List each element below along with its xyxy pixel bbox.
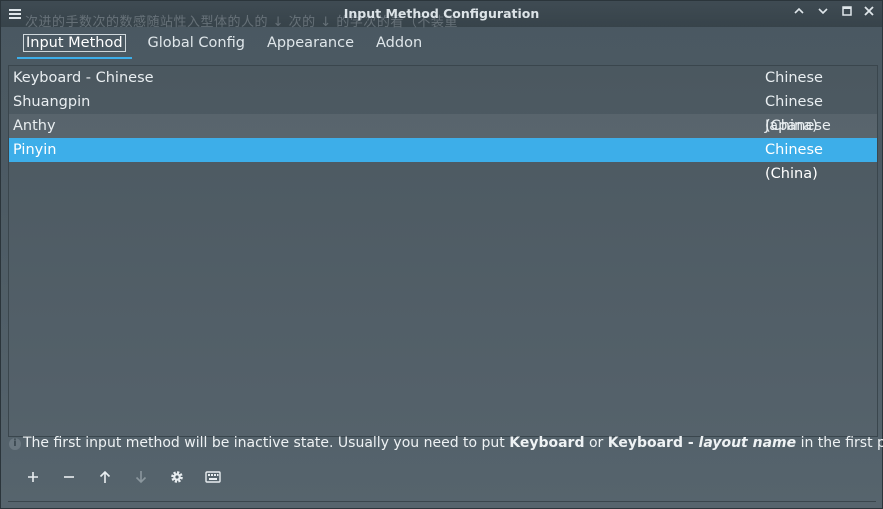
minus-icon (64, 476, 74, 478)
plus-icon (28, 472, 38, 482)
list-toolbar (21, 465, 237, 489)
remove-button[interactable] (57, 465, 81, 489)
move-down-button[interactable] (129, 465, 153, 489)
input-method-name: Shuangpin (13, 94, 91, 110)
input-method-name: Pinyin (13, 142, 57, 158)
keyboard-icon (205, 471, 221, 483)
list-item[interactable]: Anthy Japanese (9, 114, 877, 138)
info-icon: i (9, 438, 21, 450)
hint-keyboard-layout: Keyboard - (607, 435, 699, 451)
hint-mid: or (584, 435, 608, 451)
hint-suffix: in the first place. (800, 435, 883, 451)
maximize-icon[interactable] (839, 5, 855, 21)
list-item[interactable]: Keyboard - Chinese Chinese (9, 66, 877, 90)
add-button[interactable] (21, 465, 45, 489)
close-icon[interactable] (861, 5, 877, 21)
tab-global-config-label: Global Config (147, 35, 245, 51)
gear-icon (171, 471, 183, 483)
arrow-up-icon (99, 470, 111, 483)
input-method-language: Chinese (China) (765, 142, 823, 182)
arrow-down-icon (135, 471, 147, 484)
hint-message: i The first input method will be inactive… (9, 435, 883, 451)
tab-addon[interactable]: Addon (370, 31, 428, 57)
minimize-icon[interactable] (815, 5, 831, 21)
input-method-name: Keyboard - Chinese (13, 70, 154, 86)
tab-appearance[interactable]: Appearance (261, 31, 360, 57)
window-title: Input Method Configuration (343, 6, 540, 21)
list-item[interactable]: Shuangpin Chinese (China) (9, 90, 877, 134)
main-window: 次进的手数次的数感随站性入型体的人的 ↓ 次的 ↓ 的学次的看（不装重 Inpu… (0, 0, 883, 509)
move-up-button[interactable] (93, 465, 117, 489)
tab-bar: Input Method Global Config Appearance Ad… (17, 31, 438, 59)
hint-layout-name: layout name (698, 435, 797, 451)
title-bar[interactable]: 次进的手数次的数感随站性入型体的人的 ↓ 次的 ↓ 的学次的看（不装重 Inpu… (1, 1, 882, 30)
tab-input-method-label: Input Method (23, 34, 126, 52)
hint-prefix: The first input method will be inactive … (23, 435, 510, 451)
hint-keyboard: Keyboard (509, 435, 585, 451)
input-method-language: Chinese (765, 70, 823, 86)
configure-button[interactable] (165, 465, 189, 489)
keyboard-layout-button[interactable] (201, 465, 225, 489)
list-item-selected[interactable]: Pinyin Chinese (China) (9, 138, 877, 182)
tab-input-method[interactable]: Input Method (17, 31, 132, 59)
input-method-language: Japanese (765, 118, 831, 134)
divider (8, 501, 876, 502)
tab-addon-label: Addon (376, 35, 423, 51)
tab-global-config[interactable]: Global Config (142, 31, 251, 57)
input-method-name: Anthy (13, 118, 56, 134)
tab-appearance-label: Appearance (266, 35, 355, 51)
input-method-list[interactable]: Keyboard - Chinese Chinese Shuangpin Chi… (8, 65, 878, 437)
keep-above-icon[interactable] (791, 5, 807, 21)
